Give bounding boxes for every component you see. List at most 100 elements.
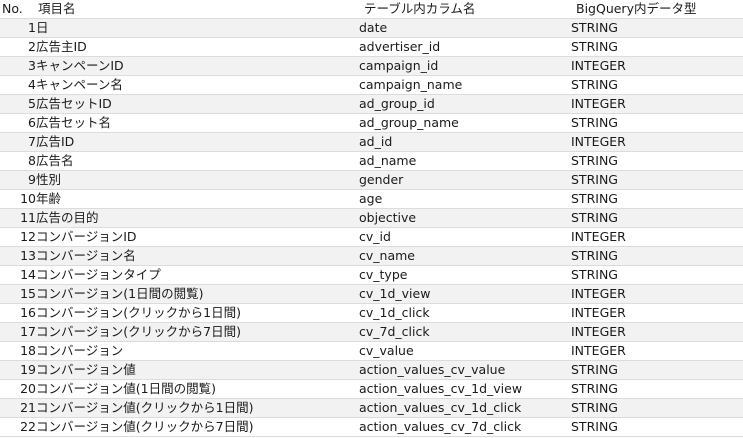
table-row: 6 広告セット名 ad_group_name STRING xyxy=(0,113,743,133)
row-item-name: 広告セットID xyxy=(36,94,359,114)
row-number: 14 xyxy=(0,265,36,285)
row-data-type: STRING xyxy=(571,417,743,437)
row-number: 7 xyxy=(0,132,36,152)
table-row: 3 キャンペーンID campaign_id INTEGER xyxy=(0,56,743,76)
row-number: 3 xyxy=(0,56,36,76)
row-data-type: INTEGER xyxy=(571,341,743,361)
row-column-name: action_values_cv_1d_view xyxy=(359,379,571,399)
row-column-name: cv_id xyxy=(359,227,571,247)
table-body: 1 日 date STRING 2 広告主ID advertiser_id STRING 3 キャ… xyxy=(0,18,743,437)
row-number: 10 xyxy=(0,189,36,209)
table-row: 17 コンバージョン(クリックから7日間) cv_7d_click INTEGER xyxy=(0,322,743,342)
row-item-name: コンバージョンタイプ xyxy=(36,265,359,285)
row-item-name: コンバージョンID xyxy=(36,227,359,247)
row-column-name: cv_7d_click xyxy=(359,322,571,342)
row-data-type: STRING xyxy=(571,360,743,380)
row-column-name: date xyxy=(359,18,571,38)
row-number: 15 xyxy=(0,284,36,304)
row-data-type: STRING xyxy=(571,189,743,209)
row-column-name: action_values_cv_7d_click xyxy=(359,417,571,437)
header-item-name: 項目名 xyxy=(36,0,359,19)
row-column-name: action_values_cv_value xyxy=(359,360,571,380)
header-data-type: BigQuery内データ型 xyxy=(571,0,743,19)
row-number: 12 xyxy=(0,227,36,247)
table-row: 14 コンバージョンタイプ cv_type STRING xyxy=(0,265,743,285)
table-row: 10 年齢 age STRING xyxy=(0,189,743,209)
row-data-type: STRING xyxy=(571,379,743,399)
row-item-name: コンバージョン値(クリックから1日間) xyxy=(36,398,359,418)
row-data-type: INTEGER xyxy=(571,56,743,76)
header-row: No. 項目名 テーブル内カラム名 BigQuery内データ型 xyxy=(0,0,743,19)
row-column-name: cv_1d_click xyxy=(359,303,571,323)
row-number: 18 xyxy=(0,341,36,361)
row-item-name: キャンペーン名 xyxy=(36,75,359,95)
row-column-name: ad_group_id xyxy=(359,94,571,114)
row-number: 22 xyxy=(0,417,36,437)
header-column-name: テーブル内カラム名 xyxy=(359,0,571,19)
row-data-type: INTEGER xyxy=(571,322,743,342)
table-row: 15 コンバージョン(1日間の閲覧) cv_1d_view INTEGER xyxy=(0,284,743,304)
header-no: No. xyxy=(0,0,36,19)
row-column-name: ad_group_name xyxy=(359,113,571,133)
table-row: 9 性別 gender STRING xyxy=(0,170,743,190)
row-number: 4 xyxy=(0,75,36,95)
row-column-name: cv_value xyxy=(359,341,571,361)
row-data-type: STRING xyxy=(571,208,743,228)
row-item-name: コンバージョン(クリックから7日間) xyxy=(36,322,359,342)
row-column-name: cv_type xyxy=(359,265,571,285)
row-item-name: 性別 xyxy=(36,170,359,190)
table-row: 20 コンバージョン値(1日間の閲覧) action_values_cv_1d_vi… xyxy=(0,379,743,399)
row-number: 11 xyxy=(0,208,36,228)
row-number: 19 xyxy=(0,360,36,380)
row-data-type: STRING xyxy=(571,170,743,190)
row-data-type: INTEGER xyxy=(571,227,743,247)
row-column-name: advertiser_id xyxy=(359,37,571,57)
row-data-type: INTEGER xyxy=(571,303,743,323)
row-data-type: STRING xyxy=(571,113,743,133)
row-item-name: 広告の目的 xyxy=(36,208,359,228)
row-number: 5 xyxy=(0,94,36,114)
table-row: 21 コンバージョン値(クリックから1日間) action_values_cv_1d… xyxy=(0,398,743,418)
row-item-name: コンバージョン値(クリックから7日間) xyxy=(36,417,359,437)
row-column-name: campaign_name xyxy=(359,75,571,95)
row-data-type: STRING xyxy=(571,151,743,171)
row-column-name: campaign_id xyxy=(359,56,571,76)
row-item-name: コンバージョン値(1日間の閲覧) xyxy=(36,379,359,399)
table-row: 19 コンバージョン値 action_values_cv_value STRING xyxy=(0,360,743,380)
row-item-name: 広告主ID xyxy=(36,37,359,57)
row-item-name: コンバージョン値 xyxy=(36,360,359,380)
row-data-type: INTEGER xyxy=(571,132,743,152)
table-row: 22 コンバージョン値(クリックから7日間) action_values_cv_7d… xyxy=(0,417,743,437)
table-row: 8 広告名 ad_name STRING xyxy=(0,151,743,171)
row-number: 21 xyxy=(0,398,36,418)
row-number: 17 xyxy=(0,322,36,342)
row-item-name: キャンペーンID xyxy=(36,56,359,76)
table-row: 12 コンバージョンID cv_id INTEGER xyxy=(0,227,743,247)
row-item-name: 広告名 xyxy=(36,151,359,171)
row-item-name: コンバージョン名 xyxy=(36,246,359,266)
row-column-name: objective xyxy=(359,208,571,228)
schema-table: No. 項目名 テーブル内カラム名 BigQuery内データ型 1 日 date ST… xyxy=(0,0,743,437)
row-number: 13 xyxy=(0,246,36,266)
row-data-type: INTEGER xyxy=(571,284,743,304)
row-data-type: STRING xyxy=(571,265,743,285)
row-column-name: cv_1d_view xyxy=(359,284,571,304)
row-item-name: 日 xyxy=(36,18,359,38)
row-number: 2 xyxy=(0,37,36,57)
row-item-name: 年齢 xyxy=(36,189,359,209)
table-row: 16 コンバージョン(クリックから1日間) cv_1d_click INTEGER xyxy=(0,303,743,323)
table-row: 5 広告セットID ad_group_id INTEGER xyxy=(0,94,743,114)
table-row: 1 日 date STRING xyxy=(0,18,743,38)
row-item-name: コンバージョン xyxy=(36,341,359,361)
row-column-name: gender xyxy=(359,170,571,190)
row-item-name: 広告セット名 xyxy=(36,113,359,133)
table-row: 11 広告の目的 objective STRING xyxy=(0,208,743,228)
table-row: 7 広告ID ad_id INTEGER xyxy=(0,132,743,152)
row-column-name: cv_name xyxy=(359,246,571,266)
row-item-name: コンバージョン(クリックから1日間) xyxy=(36,303,359,323)
table-row: 13 コンバージョン名 cv_name STRING xyxy=(0,246,743,266)
row-data-type: STRING xyxy=(571,75,743,95)
row-data-type: INTEGER xyxy=(571,94,743,114)
table-row: 2 広告主ID advertiser_id STRING xyxy=(0,37,743,57)
row-data-type: STRING xyxy=(571,246,743,266)
